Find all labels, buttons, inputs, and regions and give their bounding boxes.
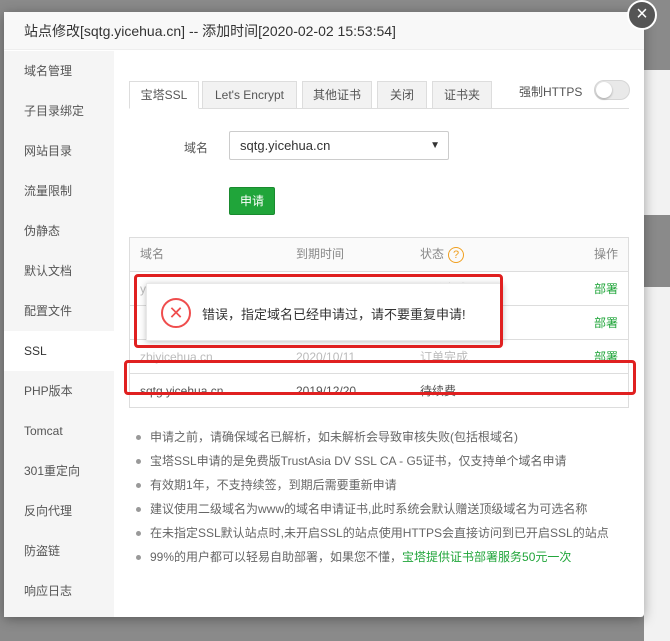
sidebar-item-php[interactable]: PHP版本 [4,371,114,411]
sidebar-item-domain[interactable]: 域名管理 [4,51,114,91]
error-text: 错误，指定域名已经申请过，请不要重复申请! [202,307,466,322]
domain-label: 域名 [184,141,209,155]
background-panel [644,70,670,215]
sidebar-item-config[interactable]: 配置文件 [4,291,114,331]
force-https-label: 强制HTTPS [519,85,583,99]
sidebar: 域名管理 子目录绑定 网站目录 流量限制 伪静态 默认文档 配置文件 SSL P… [4,51,114,617]
tip-item: 有效期1年，不支持续签，到期后需要重新申请 [134,473,634,497]
sidebar-item-log[interactable]: 响应日志 [4,571,114,611]
apply-button[interactable]: 申请 [229,187,275,215]
tab-other-cert[interactable]: 其他证书 [302,81,372,109]
tip-item: 申请之前，请确保域名已解析，如未解析会导致审核失败(包括根域名) [134,425,634,449]
header-status-label: 状态 [420,247,445,261]
header-expire: 到期时间 [296,247,345,261]
dialog-title: 站点修改[sqtg.yicehua.cn] -- 添加时间[2020-02-02… [4,12,644,50]
toggle-knob [596,82,612,98]
deploy-link[interactable]: 部署 [594,272,618,306]
help-icon[interactable]: ? [448,246,465,263]
tip-item: 宝塔SSL申请的是免费版TrustAsia DV SSL CA - G5证书，仅… [134,449,634,473]
row-domain: sqtg.yicehua.cn [140,384,224,398]
tab-lets-encrypt[interactable]: Let's Encrypt [202,81,297,109]
domain-select-value: sqtg.yicehua.cn [240,138,331,153]
tip-item: 建议使用二级域名为www的域名申请证书,此时系统会默认赠送顶级域名为可选名称 [134,497,634,521]
sidebar-item-tomcat[interactable]: Tomcat [4,411,114,451]
tip-text: 99%的用户都可以轻易自助部署，如果您不懂， [150,550,403,564]
table-row: zbiyicehua.cn 2020/10/11 订单完成 部署 [130,339,628,373]
error-icon: ✕ [161,298,191,328]
table-header: 域名 到期时间 状态? 操作 [130,238,628,271]
deploy-link[interactable]: 部署 [594,340,618,374]
background-panel [644,287,670,641]
row-status: 待续费 [420,384,457,398]
tip-item: 在未指定SSL默认站点时,未开启SSL的站点使用HTTPS会直接访问到已开启SS… [134,521,634,545]
tab-bt-ssl[interactable]: 宝塔SSL [129,81,199,109]
chevron-down-icon: ▼ [430,140,440,151]
close-icon[interactable]: × [627,0,657,30]
header-domain: 域名 [140,247,165,261]
domain-select[interactable]: sqtg.yicehua.cn ▼ [229,131,449,160]
tip-item: 99%的用户都可以轻易自助部署，如果您不懂，宝塔提供证书部署服务50元一次 [134,545,634,569]
sidebar-item-rewrite[interactable]: 伪静态 [4,211,114,251]
sidebar-item-ssl[interactable]: SSL [4,331,114,371]
tips-list: 申请之前，请确保域名已解析，如未解析会导致审核失败(包括根域名) 宝塔SSL申请… [134,425,634,569]
row-status: 订单完成 [420,350,469,364]
error-message: ✕ 错误，指定域名已经申请过，请不要重复申请! [146,283,503,341]
header-action: 操作 [593,247,618,261]
tab-cert-folder[interactable]: 证书夹 [432,81,492,109]
deploy-link[interactable]: 部署 [594,306,618,340]
sidebar-item-traffic[interactable]: 流量限制 [4,171,114,211]
sidebar-item-redirect[interactable]: 301重定向 [4,451,114,491]
force-https-toggle[interactable] [594,80,630,100]
sidebar-item-site-dir[interactable]: 网站目录 [4,131,114,171]
sidebar-item-proxy[interactable]: 反向代理 [4,491,114,531]
deploy-service-link[interactable]: 宝塔提供证书部署服务50元一次 [402,550,571,564]
row-expire: 2019/12/20 [296,384,357,398]
tab-close[interactable]: 关闭 [377,81,427,109]
sidebar-item-hotlink[interactable]: 防盗链 [4,531,114,571]
sidebar-item-default-doc[interactable]: 默认文档 [4,251,114,291]
table-row: sqtg.yicehua.cn 2019/12/20 待续费 [130,373,628,407]
sidebar-item-subdir[interactable]: 子目录绑定 [4,91,114,131]
header-status: 状态? [420,238,465,271]
row-domain: zbiyicehua.cn [140,350,213,364]
row-expire: 2020/10/11 [296,350,356,364]
